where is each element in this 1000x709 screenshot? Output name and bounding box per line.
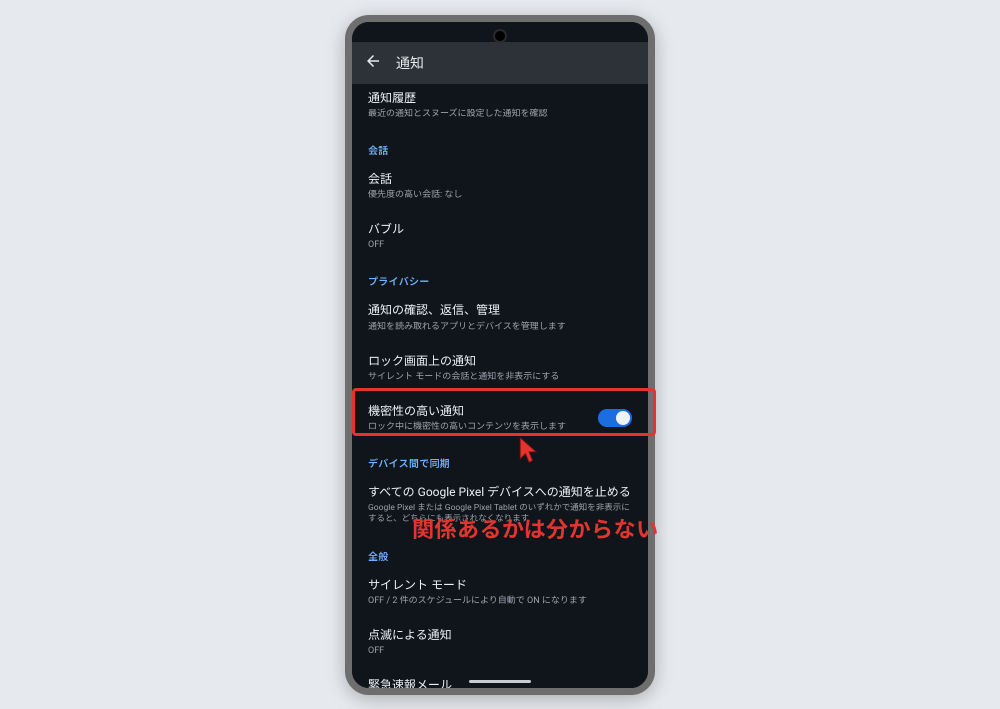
row-manage-notifications[interactable]: 通知の確認、返信、管理 通知を読み取れるアプリとデバイスを管理します	[366, 292, 634, 342]
front-camera	[495, 31, 505, 41]
row-title: サイレント モード	[368, 577, 632, 593]
section-header-sync: デバイス間で同期	[366, 443, 634, 474]
annotation-text: 関係あるかは分からない	[412, 512, 659, 544]
row-bubble[interactable]: バブル OFF	[366, 211, 634, 261]
switch-knob	[616, 411, 630, 425]
row-lockscreen-notifications[interactable]: ロック画面上の通知 サイレント モードの会話と通知を非表示にする	[366, 343, 634, 393]
row-silent-mode[interactable]: サイレント モード OFF / 2 件のスケジュールにより自動で ON になりま…	[366, 567, 634, 617]
row-title: すべての Google Pixel デバイスへの通知を止める	[368, 484, 632, 500]
row-subtitle: 通知を読み取れるアプリとデバイスを管理します	[368, 321, 632, 333]
app-bar: 通知	[352, 42, 648, 84]
phone-frame: 通知 通知履歴 最近の通知とスヌーズに設定した通知を確認 会話 会話 優先度の高…	[345, 15, 655, 695]
back-arrow-icon[interactable]	[364, 52, 382, 74]
row-title: 通知の確認、返信、管理	[368, 302, 632, 318]
row-conversation[interactable]: 会話 優先度の高い会話: なし	[366, 161, 634, 211]
row-title: 会話	[368, 171, 632, 187]
row-notification-history[interactable]: 通知履歴 最近の通知とスヌーズに設定した通知を確認	[366, 90, 634, 130]
screen: 通知 通知履歴 最近の通知とスヌーズに設定した通知を確認 会話 会話 優先度の高…	[352, 22, 648, 688]
row-title: バブル	[368, 221, 632, 237]
row-sensitive-notifications[interactable]: 機密性の高い通知 ロック中に機密性の高いコンテンツを表示します	[366, 393, 634, 443]
row-title: 点滅による通知	[368, 627, 632, 643]
row-subtitle: ロック中に機密性の高いコンテンツを表示します	[368, 421, 588, 433]
section-header-privacy: プライバシー	[366, 261, 634, 292]
row-subtitle: OFF	[368, 645, 632, 657]
row-subtitle: 最近の通知とスヌーズに設定した通知を確認	[368, 108, 632, 120]
section-header-conversation: 会話	[366, 130, 634, 161]
row-subtitle: サイレント モードの会話と通知を非表示にする	[368, 371, 632, 383]
row-title: 機密性の高い通知	[368, 403, 588, 419]
row-subtitle: 優先度の高い会話: なし	[368, 189, 632, 201]
gesture-bar[interactable]	[469, 680, 531, 683]
settings-list[interactable]: 通知履歴 最近の通知とスヌーズに設定した通知を確認 会話 会話 優先度の高い会話…	[352, 84, 648, 688]
row-subtitle: OFF / 2 件のスケジュールにより自動で ON になります	[368, 595, 632, 607]
row-emergency-alerts[interactable]: 緊急速報メール	[366, 667, 634, 687]
row-title: 通知履歴	[368, 90, 632, 106]
appbar-title: 通知	[396, 53, 424, 73]
row-blink-notifications[interactable]: 点滅による通知 OFF	[366, 617, 634, 667]
row-title: ロック画面上の通知	[368, 353, 632, 369]
row-subtitle: OFF	[368, 239, 632, 251]
sensitive-notifications-switch[interactable]	[598, 409, 632, 427]
